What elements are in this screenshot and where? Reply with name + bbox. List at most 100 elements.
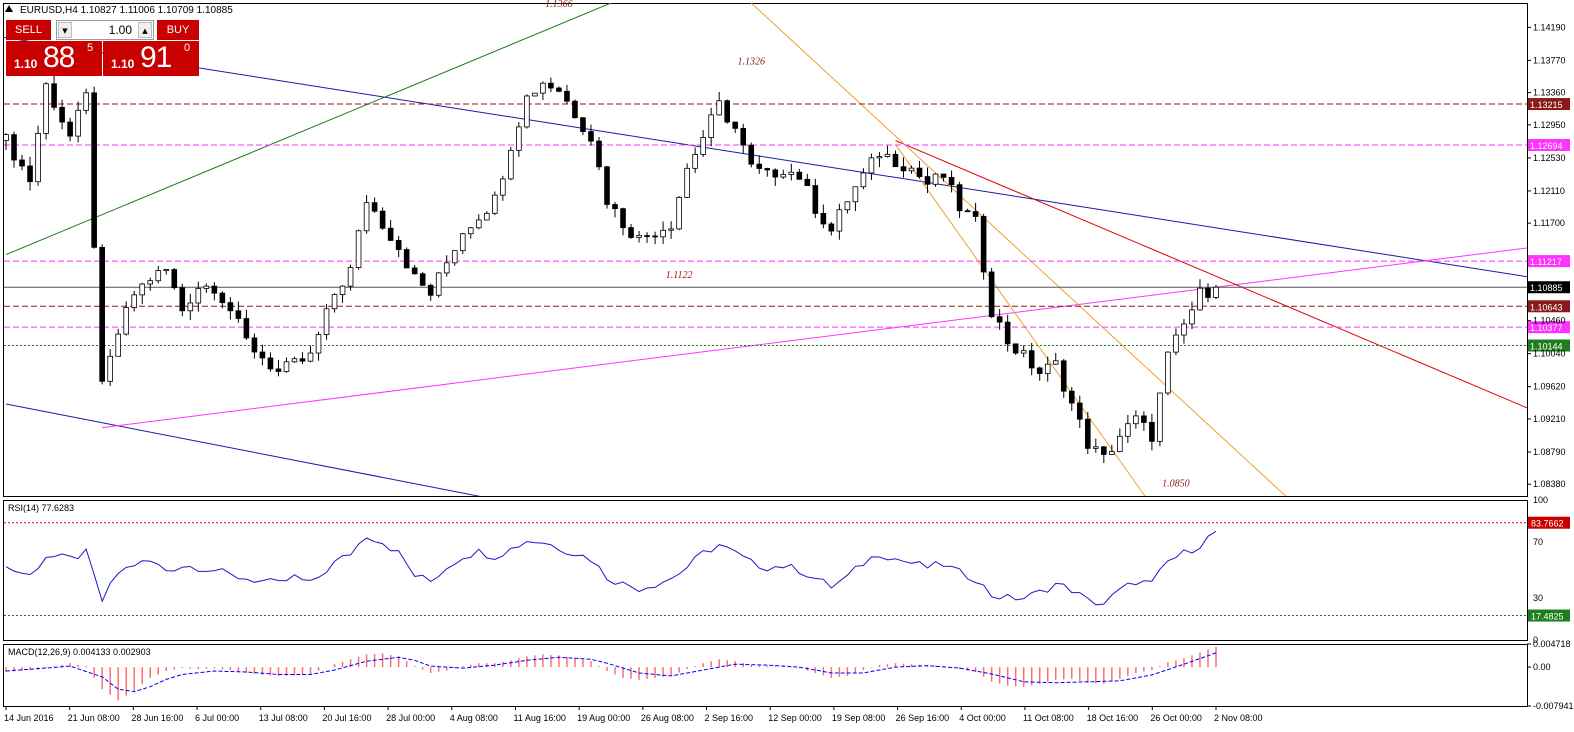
candle — [443, 255, 450, 277]
candle-body — [1141, 415, 1147, 423]
candle-body — [940, 173, 947, 178]
candle-body — [620, 208, 626, 229]
candle-body — [564, 90, 570, 102]
candle-body — [139, 283, 146, 296]
candle — [684, 163, 690, 198]
candle-body — [500, 178, 506, 196]
candle-body — [339, 285, 346, 295]
price-tick-label: 1.14190 — [1533, 22, 1566, 32]
candle — [900, 157, 907, 178]
candle — [788, 163, 795, 181]
ask-price-button[interactable]: 1.10 91 0 — [103, 41, 199, 76]
symbol-info: EURUSD,H4 1.10827 1.11006 1.10709 1.1088… — [20, 5, 233, 16]
candle-body — [772, 169, 779, 178]
candle — [211, 282, 218, 301]
candle — [235, 301, 242, 323]
candle — [732, 121, 739, 134]
candle-body — [379, 210, 386, 229]
candle — [972, 202, 979, 222]
candle — [780, 169, 787, 180]
candle-body — [660, 229, 666, 238]
candle — [1101, 446, 1107, 463]
price-tick-label: 1.12950 — [1533, 120, 1566, 130]
candle — [139, 282, 146, 305]
candle — [572, 99, 578, 119]
blue-trendline-upper — [4, 36, 1527, 278]
time-tick-label: 18 Oct 16:00 — [1087, 713, 1139, 723]
candle — [844, 201, 851, 214]
chart-canvas: 1.132151.126941.112171.108851.106431.103… — [3, 0, 1574, 723]
candle-body — [91, 92, 97, 248]
candle — [411, 264, 418, 275]
price-tick-label: 1.10460 — [1533, 316, 1566, 326]
candle — [804, 173, 811, 186]
candle-body — [724, 100, 730, 123]
candle — [379, 207, 386, 230]
candle — [1044, 356, 1051, 382]
candle — [828, 221, 835, 236]
macd-panel: MACD(12,26,9) 0.004133 0.002903 0.004718 0… — [5, 639, 1574, 711]
candle-body — [628, 227, 634, 238]
candle-body — [652, 235, 658, 238]
candle-body — [892, 153, 899, 168]
candle-body — [980, 216, 987, 273]
macd-tick-label: -0.007941 — [1533, 701, 1574, 711]
candle-body — [11, 134, 17, 161]
candle-body — [692, 154, 698, 169]
candle — [668, 221, 674, 239]
candle-body — [43, 83, 49, 134]
candle — [99, 244, 105, 385]
candle-body — [219, 292, 226, 304]
time-tick-label: 2 Sep 16:00 — [705, 713, 754, 723]
rsi-panel: RSI(14) 77.628383.766217.482510070300 — [4, 495, 1570, 645]
candle — [924, 167, 931, 194]
macd-signal-line — [5, 652, 1217, 693]
candle — [483, 211, 490, 221]
candle-body — [19, 159, 25, 167]
ask-pipette: 0 — [184, 42, 191, 54]
candle-body — [492, 194, 498, 214]
candle-body — [516, 126, 522, 151]
candle — [475, 214, 482, 230]
candle — [371, 197, 378, 213]
price-annotation: 1.1366 — [545, 0, 573, 10]
price-annotation: 1.0850 — [1162, 479, 1190, 490]
candle — [708, 107, 714, 147]
candle-body — [323, 308, 330, 335]
candle-body — [51, 83, 57, 108]
candle-body — [195, 288, 202, 304]
candle-body — [411, 267, 418, 275]
candle-body — [1205, 287, 1211, 298]
candle — [227, 297, 234, 320]
bid-price-button[interactable]: 1.10 88 5 — [6, 41, 102, 76]
candle-body — [716, 100, 722, 116]
candle-body — [932, 173, 939, 185]
lot-decrease-icon[interactable]: ▼ — [58, 22, 72, 38]
candle-body — [708, 114, 714, 138]
candle-body — [251, 337, 258, 353]
candle — [419, 272, 426, 287]
candle — [612, 201, 618, 218]
buy-button[interactable]: BUY — [157, 20, 199, 40]
candle — [43, 82, 49, 140]
sell-button[interactable]: SELL — [6, 20, 51, 40]
candle-body — [988, 271, 995, 318]
candle — [1004, 314, 1011, 352]
time-tick-label: 11 Oct 08:00 — [1023, 713, 1074, 723]
candle-body — [291, 358, 298, 363]
candle — [1173, 328, 1179, 356]
candle-body — [820, 212, 827, 225]
time-tick-label: 6 Jul 00:00 — [195, 713, 239, 723]
rsi-line — [5, 530, 1217, 606]
candle — [355, 229, 362, 270]
symbol-arrow-icon — [5, 5, 13, 12]
candle — [451, 250, 458, 266]
candle — [836, 203, 843, 240]
candle — [932, 173, 939, 187]
candle — [524, 94, 530, 129]
lot-size-input[interactable] — [74, 22, 136, 38]
candle-body — [700, 137, 706, 155]
candle-body — [483, 212, 490, 221]
level-tag-text-1: 1.12694 — [1530, 141, 1563, 151]
lot-increase-icon[interactable]: ▲ — [138, 22, 152, 38]
